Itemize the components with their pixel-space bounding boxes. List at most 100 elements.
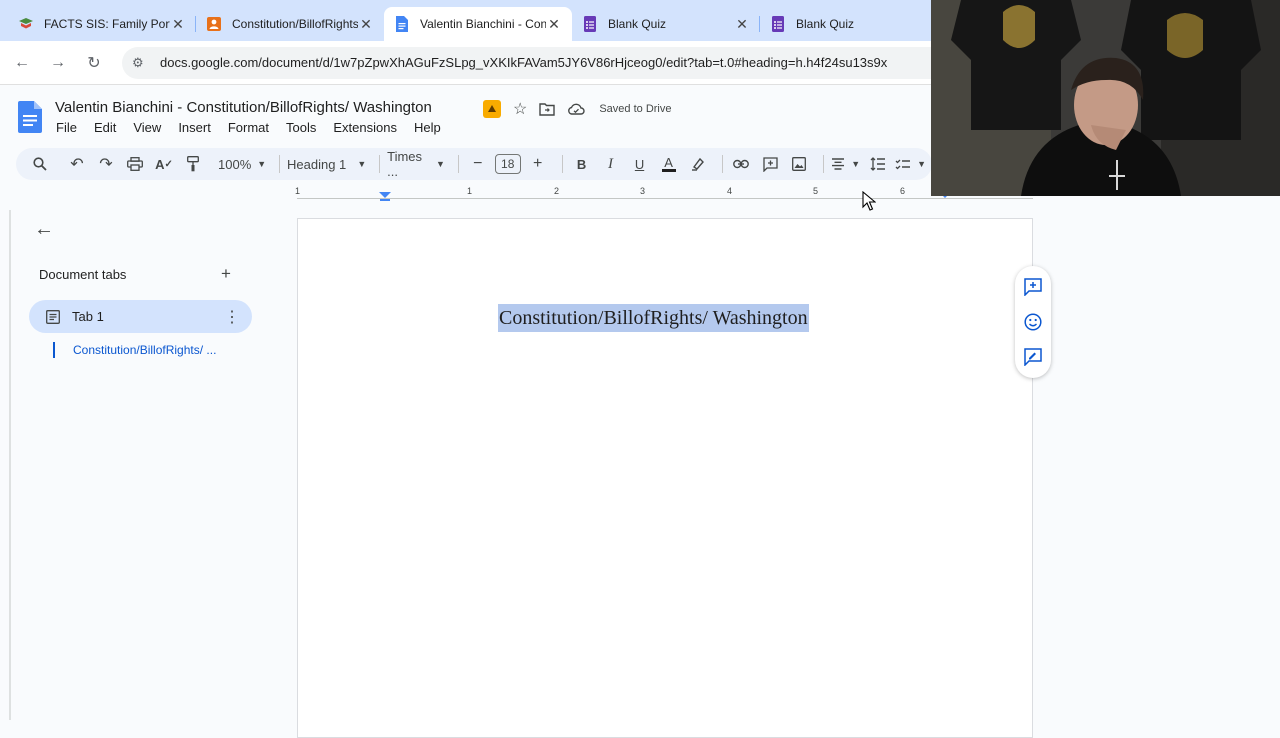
mouse-cursor-icon xyxy=(862,191,876,211)
ruler-number: 3 xyxy=(640,186,646,196)
close-outline-icon[interactable]: ← xyxy=(34,218,54,241)
checklist-select[interactable]: ▼ xyxy=(895,158,926,170)
forms-icon xyxy=(770,16,786,32)
underline-icon[interactable]: U xyxy=(628,152,652,176)
browser-tab[interactable]: Blank Quiz ✕ xyxy=(572,7,760,41)
menu-view[interactable]: View xyxy=(133,120,171,135)
close-icon[interactable]: ✕ xyxy=(734,16,750,32)
insert-link-icon[interactable] xyxy=(729,152,753,176)
forms-icon xyxy=(582,16,598,32)
document-page[interactable] xyxy=(297,218,1033,738)
print-icon[interactable] xyxy=(123,152,147,176)
menu-help[interactable]: Help xyxy=(414,120,451,135)
document-tab-1[interactable]: Tab 1 ⋮ xyxy=(29,300,252,333)
toolbar-divider xyxy=(379,155,381,173)
webcam-person-image xyxy=(931,0,1280,196)
chevron-down-icon: ▼ xyxy=(257,159,267,169)
menu-edit[interactable]: Edit xyxy=(94,120,126,135)
font-family-select[interactable]: Times ... ▼ xyxy=(387,149,445,179)
browser-tab-active[interactable]: Valentin Bianchini - Constitution ✕ xyxy=(384,7,572,41)
horizontal-ruler[interactable]: 1 1 2 3 4 5 6 xyxy=(295,186,1033,202)
side-action-panel xyxy=(1015,266,1051,378)
reload-icon[interactable]: ↻ xyxy=(80,49,108,77)
vertical-ruler[interactable] xyxy=(0,210,14,720)
browser-tab-title: Blank Quiz xyxy=(796,17,855,31)
ruler-number: 6 xyxy=(900,186,906,196)
template-badge-icon[interactable] xyxy=(483,100,501,118)
close-icon[interactable]: ✕ xyxy=(358,16,374,32)
add-comment-icon[interactable] xyxy=(1024,278,1042,297)
toolbar-divider xyxy=(721,155,723,173)
menu-bar: File Edit View Insert Format Tools Exten… xyxy=(56,120,458,135)
document-tabs-label: Document tabs xyxy=(39,267,127,282)
bold-icon[interactable]: B xyxy=(570,152,594,176)
ruler-number: 1 xyxy=(467,186,473,196)
document-heading[interactable]: Constitution/BillofRights/ Washington xyxy=(498,304,809,332)
close-icon[interactable]: ✕ xyxy=(170,16,186,32)
undo-icon[interactable]: ↶ xyxy=(65,152,89,176)
paragraph-style-value: Heading 1 xyxy=(287,156,347,172)
star-icon[interactable]: ☆ xyxy=(513,99,527,119)
decrease-font-size-icon[interactable]: − xyxy=(466,152,490,176)
toolbar-divider xyxy=(561,155,563,173)
insert-image-icon[interactable] xyxy=(787,152,811,176)
menu-file[interactable]: File xyxy=(56,120,87,135)
ruler-number: 4 xyxy=(727,186,733,196)
zoom-select[interactable]: 100% ▼ xyxy=(218,157,266,172)
align-center-icon xyxy=(832,158,845,170)
url-bar[interactable]: ⚙ docs.google.com/document/d/1w7pZpwXhAG… xyxy=(122,46,962,79)
chevron-down-icon: ▼ xyxy=(357,159,367,169)
outline-heading-label: Constitution/BillofRights/ ... xyxy=(73,343,217,357)
add-comment-icon[interactable] xyxy=(758,152,782,176)
menu-extensions[interactable]: Extensions xyxy=(333,120,407,135)
menu-insert[interactable]: Insert xyxy=(178,120,221,135)
ruler-number: 5 xyxy=(813,186,819,196)
facts-icon xyxy=(18,16,34,32)
increase-font-size-icon[interactable]: + xyxy=(526,152,550,176)
ruler-number: 2 xyxy=(554,186,560,196)
browser-tab[interactable]: FACTS SIS: Family Portal ✕ xyxy=(8,7,196,41)
italic-icon[interactable]: I xyxy=(599,152,623,176)
move-folder-icon[interactable] xyxy=(539,102,556,116)
close-icon[interactable]: ✕ xyxy=(546,16,562,32)
cloud-saved-icon xyxy=(568,103,585,115)
checklist-icon xyxy=(895,159,911,170)
redo-icon[interactable]: ↷ xyxy=(94,152,118,176)
paragraph-style-select[interactable]: Heading 1 ▼ xyxy=(287,157,366,172)
back-icon[interactable]: ← xyxy=(8,49,36,77)
formatting-toolbar: ↶ ↷ A ✓ 100% ▼ Heading 1 ▼ Times ... ▼ − … xyxy=(16,148,932,180)
search-menus-icon[interactable] xyxy=(28,152,52,176)
font-size-input[interactable]: 18 xyxy=(494,154,521,174)
emoji-reaction-icon[interactable] xyxy=(1024,313,1042,331)
highlight-color-icon[interactable] xyxy=(686,152,710,176)
add-tab-icon[interactable]: + xyxy=(221,264,231,284)
saved-status: Saved to Drive xyxy=(599,103,672,115)
menu-format[interactable]: Format xyxy=(228,120,279,135)
left-indent-marker-icon[interactable] xyxy=(379,192,391,202)
suggest-edits-icon[interactable] xyxy=(1024,347,1042,366)
toolbar-divider xyxy=(457,155,459,173)
webcam-overlay xyxy=(931,0,1280,196)
line-spacing-icon[interactable] xyxy=(866,152,890,176)
browser-tab[interactable]: Blank Quiz xyxy=(760,7,948,41)
ruler-baseline xyxy=(297,198,1033,199)
align-select[interactable]: ▼ xyxy=(831,158,860,170)
document-title[interactable]: Valentin Bianchini - Constitution/Billof… xyxy=(55,99,432,116)
url-text: docs.google.com/document/d/1w7pZpwXhAGuF… xyxy=(160,55,888,70)
zoom-value: 100% xyxy=(218,156,252,172)
font-family-value: Times ... xyxy=(387,149,423,179)
forward-icon[interactable]: → xyxy=(44,49,72,77)
toolbar-divider xyxy=(823,155,825,173)
more-options-icon[interactable]: ⋮ xyxy=(220,307,244,327)
browser-tab[interactable]: Constitution/BillofRights ✕ xyxy=(196,7,384,41)
outline-heading-item[interactable]: Constitution/BillofRights/ ... xyxy=(53,341,216,359)
paint-format-icon[interactable] xyxy=(181,152,205,176)
slides-icon xyxy=(206,16,222,32)
docs-logo-icon[interactable] xyxy=(18,101,42,133)
outline-active-bar xyxy=(53,342,55,358)
spellcheck-icon[interactable]: A ✓ xyxy=(152,152,176,176)
menu-tools[interactable]: Tools xyxy=(286,120,326,135)
text-color-icon[interactable]: A xyxy=(657,152,681,176)
tab-document-icon xyxy=(46,309,60,324)
site-settings-icon[interactable]: ⚙ xyxy=(132,55,152,71)
